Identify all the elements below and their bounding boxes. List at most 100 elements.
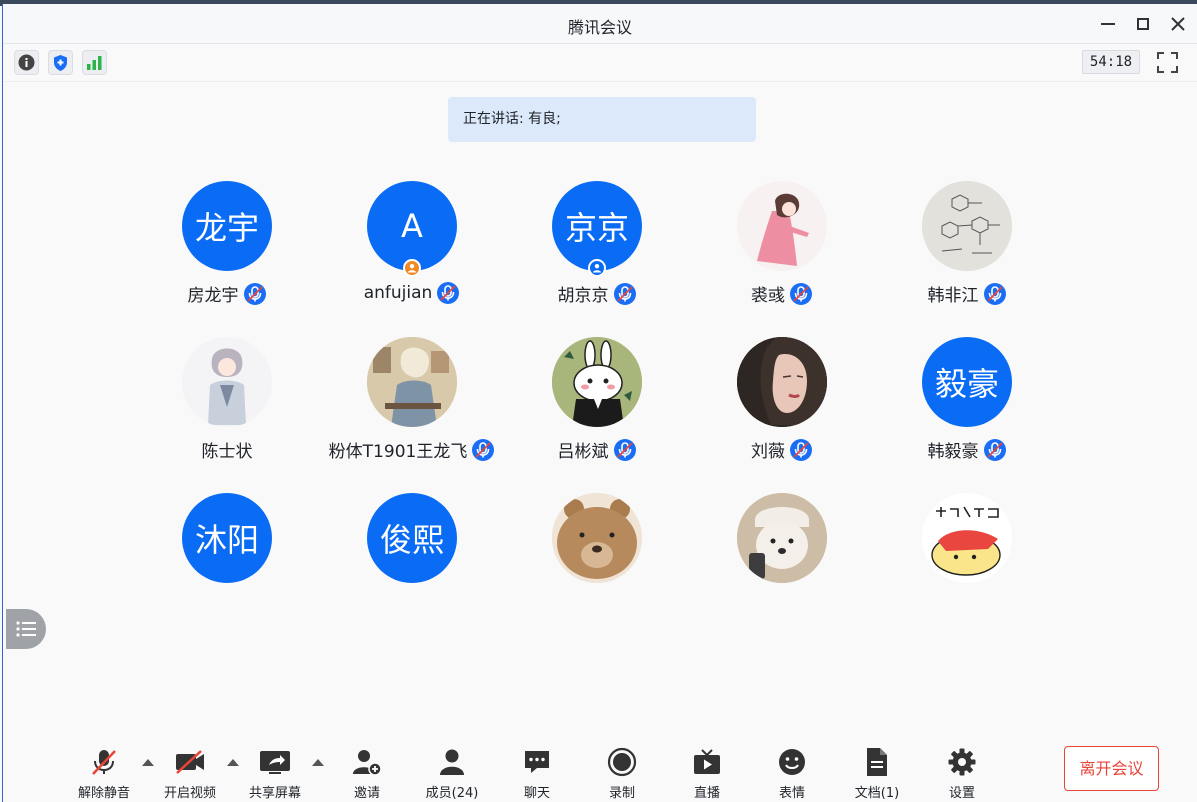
participant-tile[interactable]: 俊熙 (322, 493, 502, 623)
minimize-button[interactable] (1093, 10, 1123, 38)
avatar: 京京 (552, 181, 642, 271)
participant-tile[interactable]: 毅豪 韩毅豪 (877, 337, 1057, 467)
members-icon (440, 749, 464, 775)
record-icon (607, 747, 637, 777)
audio-options-caret[interactable] (142, 759, 154, 766)
mic-muted-icon (790, 282, 812, 305)
signal-bars-icon (87, 56, 102, 70)
chat-label: 聊天 (523, 786, 550, 801)
participant-name-row: 吕彬斌 (507, 437, 687, 462)
leave-meeting-button[interactable]: 离开会议 (1064, 746, 1159, 791)
members-button[interactable]: 成员(24) (417, 742, 487, 802)
participant-tile[interactable]: 龙宇 房龙宇 (137, 181, 317, 311)
participant-name-row: 粉体T1901王龙飞 (322, 437, 502, 462)
share-screen-icon (260, 751, 290, 774)
start-video-label: 开启视频 (163, 786, 216, 801)
participant-tile[interactable]: A anfujian (322, 181, 502, 311)
start-video-button[interactable]: 开启视频 (155, 742, 225, 802)
participant-name: 房龙宇 (187, 286, 239, 306)
share-options-caret[interactable] (312, 759, 324, 766)
video-options-caret[interactable] (227, 759, 239, 766)
participant-tile[interactable]: 陈士状 (137, 337, 317, 467)
participant-tile[interactable]: 韩非江 (877, 181, 1057, 311)
reactions-button[interactable]: 表情 (757, 742, 827, 802)
participant-name: 刘薇 (751, 442, 785, 462)
side-panel-toggle[interactable] (6, 609, 46, 649)
participant-name-row: 胡京京 (507, 281, 687, 306)
avatar: 沐阳 (182, 493, 272, 583)
avatar (552, 493, 642, 583)
participant-name: 韩非江 (927, 286, 979, 306)
participant-name-row: 韩毅豪 (877, 437, 1057, 462)
unmute-button[interactable]: 解除静音 (69, 742, 139, 802)
gear-icon (948, 748, 976, 776)
live-stream-button[interactable]: 直播 (672, 742, 742, 802)
user-icon (588, 259, 606, 277)
documents-label: 文档(1) (854, 786, 900, 801)
mic-muted-icon (983, 438, 1006, 461)
add-user-icon (353, 750, 382, 776)
avatar-image (737, 181, 827, 271)
meeting-info-button[interactable] (14, 50, 39, 75)
participant-tile[interactable]: 粉体T1901王龙飞 (322, 337, 502, 467)
fullscreen-icon (1157, 52, 1178, 73)
title-bar: 腾讯会议 (3, 4, 1197, 44)
participant-tile[interactable]: 刘薇 (692, 337, 872, 467)
share-screen-button[interactable]: 共享屏幕 (240, 742, 310, 802)
avatar: 毅豪 (922, 337, 1012, 427)
avatar (552, 337, 642, 427)
participant-name: 韩毅豪 (927, 442, 979, 462)
live-stream-label: 直播 (693, 786, 720, 801)
participant-name: 吕彬斌 (557, 442, 609, 462)
record-label: 录制 (608, 786, 635, 801)
minimize-icon (1101, 23, 1115, 25)
invite-button[interactable]: 邀请 (332, 742, 402, 802)
avatar-image (737, 337, 827, 427)
avatar (737, 493, 827, 583)
avatar: 俊熙 (367, 493, 457, 583)
settings-label: 设置 (948, 786, 975, 801)
meeting-window: 腾讯会议 54:18 正在讲话: 有良; 龙宇 房龙宇 A anfujian 京… (2, 4, 1197, 802)
mic-muted-icon (243, 282, 266, 305)
record-button[interactable]: 录制 (587, 742, 657, 802)
participant-tile[interactable]: 京京 胡京京 (507, 181, 687, 311)
maximize-icon (1137, 18, 1149, 30)
user-icon (403, 259, 421, 277)
window-title: 腾讯会议 (567, 18, 632, 37)
avatar-image (922, 493, 1012, 583)
meeting-info-bar: 54:18 (3, 44, 1197, 82)
maximize-button[interactable] (1128, 10, 1158, 38)
participant-name: 粉体T1901王龙飞 (328, 442, 468, 462)
settings-button[interactable]: 设置 (927, 742, 997, 802)
participant-tile[interactable] (507, 493, 687, 623)
documents-button[interactable]: 文档(1) (842, 742, 912, 802)
participant-tile[interactable]: 吕彬斌 (507, 337, 687, 467)
participant-tile[interactable]: 沐阳 (137, 493, 317, 623)
shield-icon (54, 54, 67, 71)
participant-name-row: 裘彧 (692, 281, 872, 306)
close-button[interactable] (1163, 10, 1193, 38)
unmute-label: 解除静音 (77, 786, 130, 801)
network-quality-button[interactable] (82, 50, 107, 75)
avatar: A (367, 181, 457, 271)
smile-icon (779, 749, 805, 775)
avatar (922, 181, 1012, 271)
participant-tile[interactable] (877, 493, 1057, 623)
participant-name-row: 陈士状 (137, 437, 317, 462)
participant-tile[interactable] (692, 493, 872, 623)
fullscreen-button[interactable] (1155, 50, 1180, 75)
avatar (737, 181, 827, 271)
live-tv-icon (694, 749, 720, 774)
security-button[interactable] (48, 50, 73, 75)
avatar: 龙宇 (182, 181, 272, 271)
chat-button[interactable]: 聊天 (502, 742, 572, 802)
reactions-label: 表情 (778, 786, 805, 801)
avatar-image (737, 493, 827, 583)
participant-name: anfujian (363, 283, 433, 303)
avatar (182, 337, 272, 427)
active-speaker-banner: 正在讲话: 有良; (448, 97, 756, 142)
meeting-toolbar: 解除静音 开启视频 共享屏幕 邀请 成员(24) 聊天 录制 直播 表情 文档(… (3, 742, 1197, 802)
participant-name: 陈士状 (201, 442, 253, 462)
avatar (922, 493, 1012, 583)
participant-tile[interactable]: 裘彧 (692, 181, 872, 311)
